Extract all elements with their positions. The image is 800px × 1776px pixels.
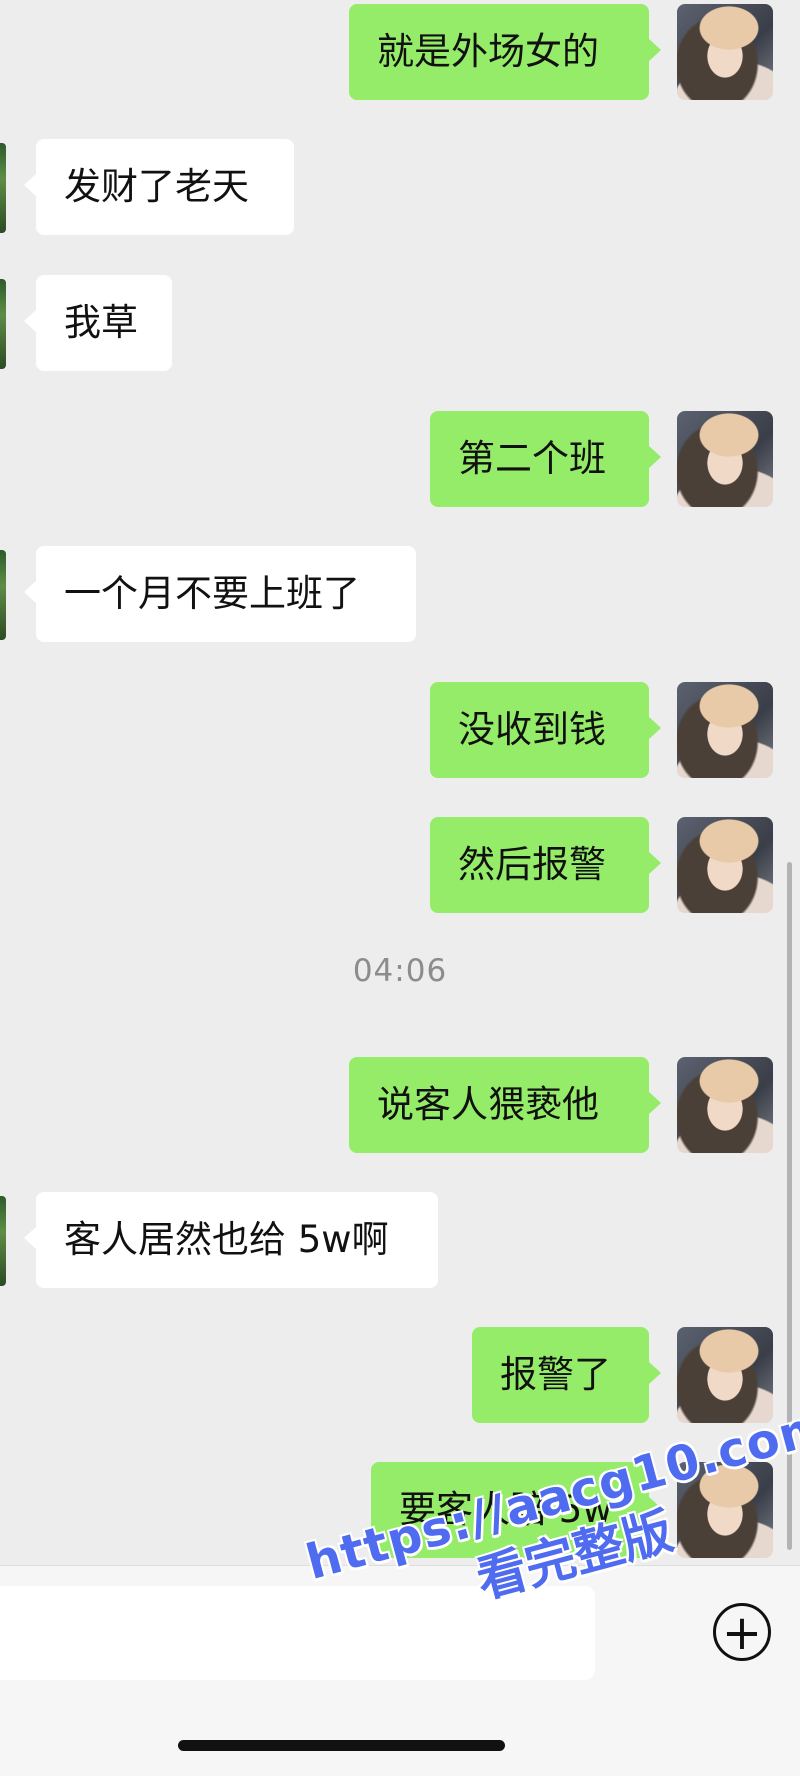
self-avatar[interactable] xyxy=(677,4,773,100)
message-bubble[interactable]: 我草 xyxy=(24,275,172,371)
input-bar: + xyxy=(0,1565,800,1776)
scrollbar[interactable] xyxy=(787,862,792,1550)
message-text: 就是外场女的 xyxy=(377,30,599,73)
message-row: 说客人猥亵他 xyxy=(0,1057,800,1153)
message-row: 没收到钱 xyxy=(0,682,800,778)
message-bubble[interactable]: 说客人猥亵他 xyxy=(349,1057,661,1153)
message-text: 然后报警 xyxy=(458,843,606,886)
message-bubble[interactable]: 客人居然也给 5w啊 xyxy=(24,1192,438,1288)
contact-avatar[interactable] xyxy=(0,1196,6,1286)
message-bubble[interactable]: 一个月不要上班了 xyxy=(24,546,416,642)
message-row: 第二个班 xyxy=(0,411,800,507)
message-bubble[interactable]: 然后报警 xyxy=(430,817,661,913)
message-row: 要客人陪 5w xyxy=(0,1462,800,1558)
contact-avatar[interactable] xyxy=(0,279,6,369)
message-text: 第二个班 xyxy=(458,437,606,480)
contact-avatar[interactable] xyxy=(0,550,6,640)
message-bubble[interactable]: 第二个班 xyxy=(430,411,661,507)
message-row: 报警了 xyxy=(0,1327,800,1423)
self-avatar[interactable] xyxy=(677,817,773,913)
self-avatar[interactable] xyxy=(677,1327,773,1423)
message-input[interactable] xyxy=(0,1586,595,1680)
message-row: 发财了老天 xyxy=(0,139,800,235)
contact-avatar[interactable] xyxy=(0,143,6,233)
message-text: 客人居然也给 5w啊 xyxy=(64,1218,389,1261)
message-row: 然后报警 xyxy=(0,817,800,913)
message-text: 说客人猥亵他 xyxy=(377,1083,599,1126)
message-row: 就是外场女的 xyxy=(0,4,800,100)
message-row: 一个月不要上班了 xyxy=(0,546,800,642)
message-text: 一个月不要上班了 xyxy=(64,572,360,615)
plus-circle-icon[interactable]: + xyxy=(713,1603,771,1661)
self-avatar[interactable] xyxy=(677,682,773,778)
self-avatar[interactable] xyxy=(677,1057,773,1153)
message-text: 发财了老天 xyxy=(64,165,249,208)
message-bubble[interactable]: 就是外场女的 xyxy=(349,4,661,100)
message-row: 我草 xyxy=(0,275,800,371)
timestamp: 04:06 xyxy=(352,953,448,989)
message-bubble[interactable]: 要客人陪 5w xyxy=(371,1462,661,1558)
message-bubble[interactable]: 没收到钱 xyxy=(430,682,661,778)
self-avatar[interactable] xyxy=(677,411,773,507)
message-text: 要客人陪 5w xyxy=(399,1488,613,1531)
home-indicator[interactable] xyxy=(178,1740,505,1751)
chat-history[interactable]: 就是外场女的 发财了老天 我草 第二个班 一个月不要上班了 没收到钱 然后报警 … xyxy=(0,0,800,1565)
message-text: 报警了 xyxy=(500,1353,611,1396)
message-bubble[interactable]: 发财了老天 xyxy=(24,139,294,235)
message-bubble[interactable]: 报警了 xyxy=(472,1327,661,1423)
message-text: 我草 xyxy=(64,301,138,344)
self-avatar[interactable] xyxy=(677,1462,773,1558)
message-text: 没收到钱 xyxy=(458,708,606,751)
message-row: 客人居然也给 5w啊 xyxy=(0,1192,800,1288)
